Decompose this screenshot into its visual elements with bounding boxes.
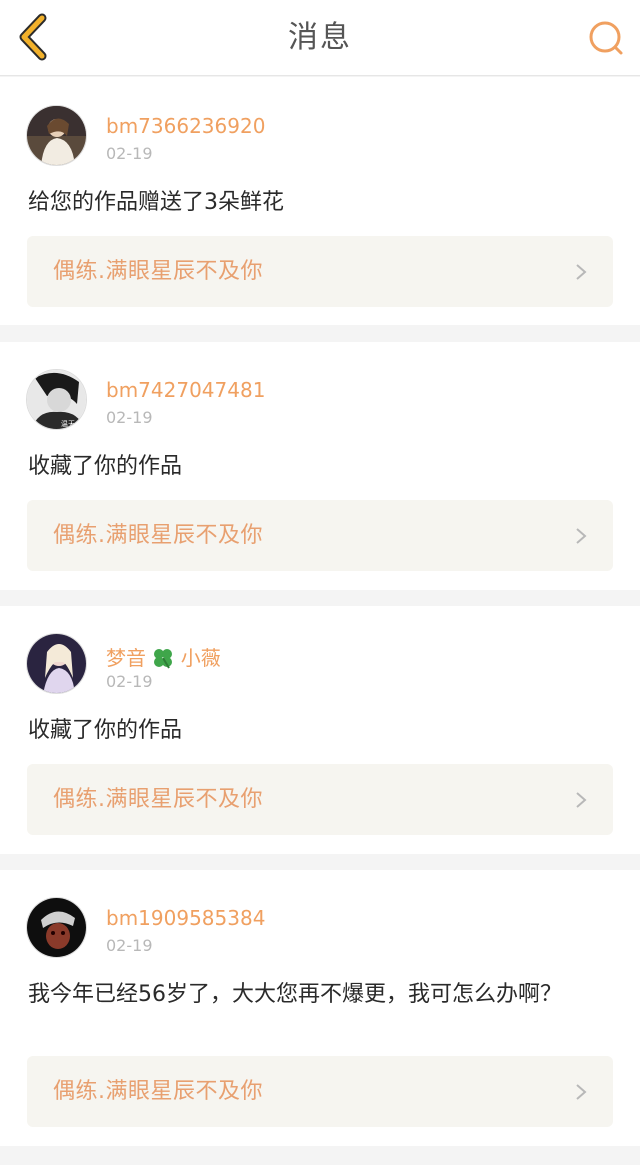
chevron-right-icon: [576, 792, 587, 808]
work-title: 偶练.满眼星辰不及你: [53, 787, 263, 812]
top-bar: 消息: [0, 0, 640, 76]
four-leaf-clover-icon: [154, 649, 173, 669]
message-text: 收藏了你的作品: [28, 454, 183, 479]
avatar[interactable]: [26, 105, 87, 166]
message-card: bm1909585384 02-19 我今年已经56岁了，大大您再不爆更，我可怎…: [0, 870, 640, 1146]
username[interactable]: bm1909585384: [106, 906, 265, 930]
message-date: 02-19: [106, 672, 153, 691]
work-link[interactable]: 偶练.满眼星辰不及你: [27, 236, 613, 307]
message-text: 我今年已经56岁了，大大您再不爆更，我可怎么办啊？: [28, 982, 562, 1007]
avatar[interactable]: [26, 633, 87, 694]
message-card: bm7366236920 02-19 给您的作品赠送了3朵鲜花 偶练.满眼星辰不…: [0, 77, 640, 325]
message-card: 梦音 小薇 02-19 收藏了你的作品 偶练.满眼星辰不及你: [0, 606, 640, 854]
message-date: 02-19: [106, 408, 153, 427]
svg-text:温天: 温天: [61, 419, 75, 428]
work-title: 偶练.满眼星辰不及你: [53, 523, 263, 548]
username-prefix: 梦音: [106, 646, 146, 670]
avatar[interactable]: [26, 897, 87, 958]
avatar[interactable]: 温天: [26, 369, 87, 430]
work-link[interactable]: 偶练.满眼星辰不及你: [27, 1056, 613, 1127]
search-icon: [589, 21, 623, 55]
username-suffix: 小薇: [180, 646, 221, 670]
work-title: 偶练.满眼星辰不及你: [53, 259, 263, 284]
page-title: 消息: [288, 20, 352, 55]
chevron-right-icon: [576, 528, 587, 544]
chevron-right-icon: [576, 264, 587, 280]
username[interactable]: bm7427047481: [106, 378, 265, 402]
message-date: 02-19: [106, 936, 153, 955]
message-date: 02-19: [106, 144, 153, 163]
work-link[interactable]: 偶练.满眼星辰不及你: [27, 764, 613, 835]
chevron-right-icon: [576, 1084, 587, 1100]
message-card: 温天 bm7427047481 02-19 收藏了你的作品 偶练.满眼星辰不及你: [0, 342, 640, 590]
work-link[interactable]: 偶练.满眼星辰不及你: [27, 500, 613, 571]
username[interactable]: 梦音 小薇: [106, 642, 221, 671]
message-text: 收藏了你的作品: [28, 718, 183, 743]
work-title: 偶练.满眼星辰不及你: [53, 1079, 263, 1104]
username[interactable]: bm7366236920: [106, 114, 265, 138]
message-text: 给您的作品赠送了3朵鲜花: [28, 190, 284, 215]
search-button[interactable]: [586, 18, 626, 58]
